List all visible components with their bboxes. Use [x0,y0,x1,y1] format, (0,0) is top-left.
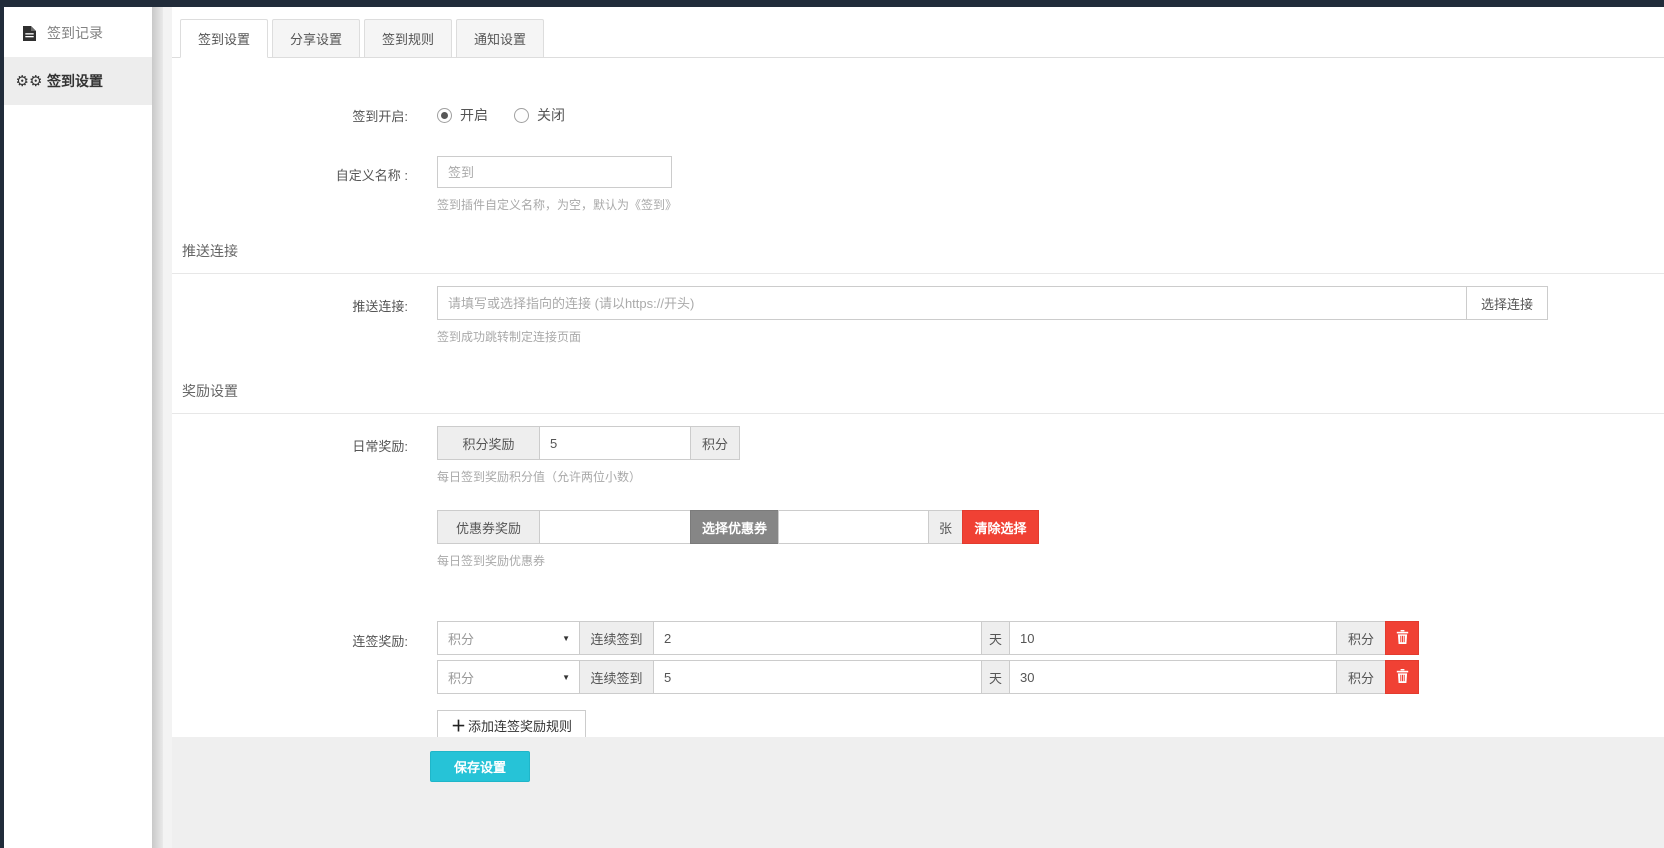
sidebar-scrollbar[interactable] [152,7,163,848]
streak-type-select[interactable]: 积分 ▼ [437,660,580,694]
streak-days-input[interactable] [653,621,982,655]
streak-rule-row: 积分 ▼ 连续签到 天 积分 [437,660,1664,694]
gears-icon: ⚙⚙ [21,74,37,89]
reward-section-title: 奖励设置 [172,381,1664,414]
daily-points-input[interactable] [539,426,691,460]
chevron-down-icon: ▼ [562,634,570,643]
points-reward-addon: 积分奖励 [437,426,540,460]
choose-coupon-button[interactable]: 选择优惠券 [690,510,779,544]
radio-off[interactable] [514,108,529,123]
top-bar [0,0,1664,7]
push-link-help: 签到成功跳转制定连接页面 [437,328,1664,345]
settings-form: 签到开启: 开启 关闭 自定义名称 : 签到插件自定义名称，为空，默认为《签到》 [172,58,1664,737]
push-section-title: 推送连接 [172,241,1664,274]
delete-streak-rule-button[interactable] [1385,621,1419,655]
sidebar-item-checkin-settings[interactable]: ⚙⚙ 签到设置 [4,57,152,105]
push-link-label: 推送连接: [172,286,437,345]
save-settings-button[interactable]: 保存设置 [430,751,530,782]
custom-name-input[interactable] [437,156,672,188]
main-panel: 签到设置 分享设置 签到规则 通知设置 签到开启: 开启 关闭 [172,7,1664,848]
add-streak-rule-button[interactable]: ＋ 添加连签奖励规则 [437,710,586,737]
points-unit-addon: 积分 [690,426,740,460]
trash-icon [1396,669,1409,686]
streak-amount-unit-addon: 积分 [1336,660,1386,694]
coupon-reward-help: 每日签到奖励优惠券 [437,552,1664,569]
custom-name-label: 自定义名称 : [172,156,437,213]
streak-rule-row: 积分 ▼ 连续签到 天 积分 [437,621,1664,655]
radio-on-label: 开启 [460,105,488,125]
clear-coupon-button[interactable]: 清除选择 [962,510,1039,544]
coupon-unit-addon: 张 [928,510,963,544]
push-link-input[interactable] [437,286,1467,320]
page-layout: 签到记录 ⚙⚙ 签到设置 签到设置 分享设置 签到规则 通知设置 签到开启: 开… [0,0,1664,848]
layout-gutter [163,7,172,848]
enable-row: 签到开启: 开启 关闭 [172,105,1664,125]
sidebar-item-label: 签到设置 [47,71,103,91]
push-link-row: 推送连接: 选择连接 签到成功跳转制定连接页面 [172,286,1664,345]
coupon-count-input[interactable] [778,510,929,544]
enable-label: 签到开启: [172,105,437,125]
choose-link-button[interactable]: 选择连接 [1466,286,1548,320]
radio-off-label: 关闭 [537,105,565,125]
file-text-icon [21,26,37,41]
sidebar-item-label: 签到记录 [47,23,103,43]
streak-reward-row: 连签奖励: 积分 ▼ 连续签到 天 积分 [172,621,1664,737]
custom-name-row: 自定义名称 : 签到插件自定义名称，为空，默认为《签到》 [172,156,1664,213]
tab-bar: 签到设置 分享设置 签到规则 通知设置 [172,7,1664,58]
sidebar: 签到记录 ⚙⚙ 签到设置 [4,7,152,848]
streak-days-unit-addon: 天 [981,621,1010,655]
coupon-name-input [539,510,691,544]
tab-notify-settings[interactable]: 通知设置 [456,19,544,58]
tab-share-settings[interactable]: 分享设置 [272,19,360,58]
custom-name-help: 签到插件自定义名称，为空，默认为《签到》 [437,196,1664,213]
tab-checkin-settings[interactable]: 签到设置 [180,19,268,58]
delete-streak-rule-button[interactable] [1385,660,1419,694]
coupon-reward-addon: 优惠券奖励 [437,510,540,544]
streak-reward-label: 连签奖励: [172,621,437,737]
streak-days-input[interactable] [653,660,982,694]
streak-days-unit-addon: 天 [981,660,1010,694]
plus-icon: ＋ [451,715,466,736]
radio-on[interactable] [437,108,452,123]
streak-prefix-addon: 连续签到 [579,621,654,655]
streak-type-select[interactable]: 积分 ▼ [437,621,580,655]
left-edge-bar [0,0,4,848]
daily-reward-row: 日常奖励: 积分奖励 积分 每日签到奖励积分值（允许两位小数） 优惠券奖励 选择… [172,426,1664,569]
enable-radio-group: 开启 关闭 [437,105,1664,125]
form-footer: 保存设置 [172,737,1664,848]
daily-reward-help: 每日签到奖励积分值（允许两位小数） [437,468,1664,485]
sidebar-item-checkin-records[interactable]: 签到记录 [4,9,152,57]
trash-icon [1396,630,1409,647]
streak-amount-unit-addon: 积分 [1336,621,1386,655]
daily-reward-label: 日常奖励: [172,426,437,569]
streak-amount-input[interactable] [1009,660,1337,694]
chevron-down-icon: ▼ [562,673,570,682]
streak-amount-input[interactable] [1009,621,1337,655]
tab-checkin-rules[interactable]: 签到规则 [364,19,452,58]
coupon-reward-group: 优惠券奖励 选择优惠券 张 清除选择 [437,510,1664,544]
streak-prefix-addon: 连续签到 [579,660,654,694]
